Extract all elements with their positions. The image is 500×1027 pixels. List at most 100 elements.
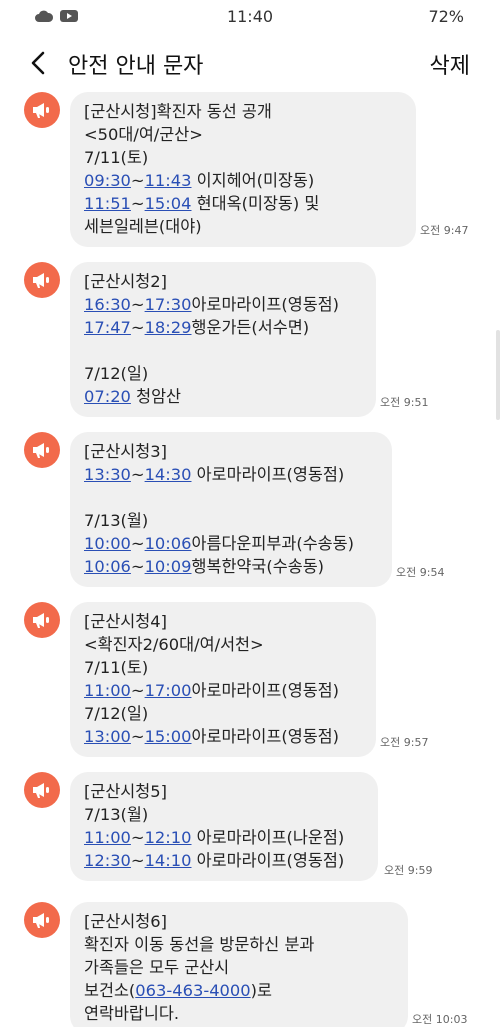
megaphone-icon	[33, 783, 49, 798]
message-line: [군산시청2]	[84, 270, 364, 293]
megaphone-icon	[33, 443, 49, 458]
message-text: [군산시청3]	[84, 442, 167, 461]
time-link[interactable]: 07:20	[84, 387, 131, 406]
message-time: 오전 9:59	[384, 864, 433, 877]
message-line: 07:20 청암산	[84, 385, 364, 408]
message-text: 연락바랍니다.	[84, 1004, 180, 1023]
message-text: ~	[130, 828, 145, 847]
message-text: 가족들은 모두 군산시	[84, 958, 230, 977]
message-line: [군산시청4]	[84, 610, 364, 633]
time-link[interactable]: 11:00	[84, 681, 131, 700]
message-line	[84, 486, 380, 509]
alert-avatar	[24, 902, 60, 938]
message-line: 7/13(월)	[84, 803, 366, 826]
message-bubble[interactable]: [군산시청2] 16:30~17:30아로마라이프(영동점) 17:47~18:29…	[70, 262, 376, 417]
time-link[interactable]: 17:47	[84, 318, 131, 337]
back-button[interactable]	[24, 48, 54, 78]
message-text: 아로마라이프(영동점)	[191, 727, 340, 746]
message-line: 13:00~15:00아로마라이프(영동점)	[84, 725, 364, 748]
megaphone-icon	[33, 613, 49, 628]
message-text: 아로마라이프(영동점)	[191, 295, 340, 314]
delete-button[interactable]: 삭제	[430, 48, 470, 80]
message-text: ~	[130, 727, 145, 746]
message-text: 이지헤어(미장동)	[191, 171, 315, 190]
message-line: [군산시청]확진자 동선 공개	[84, 100, 404, 123]
message-line: 11:00~12:10 아로마라이프(나운점)	[84, 826, 366, 849]
message-line: 확진자 이동 동선을 방문하신 분과	[84, 933, 396, 956]
message-line: 가족들은 모두 군산시	[84, 956, 396, 979]
time-link[interactable]: 14:30	[145, 465, 192, 484]
message-text: ~	[130, 534, 145, 553]
message-line: 7/11(토)	[84, 656, 364, 679]
message-text: [군산시청]확진자 동선 공개	[84, 102, 272, 121]
message-line: [군산시청6]	[84, 910, 396, 933]
time-link[interactable]: 09:30	[84, 171, 131, 190]
message-bubble[interactable]: [군산시청5] 7/13(월) 11:00~12:10 아로마라이프(나운점) 12:…	[70, 772, 378, 881]
message-text: 행운가든(서수면)	[191, 318, 310, 337]
megaphone-icon	[33, 273, 49, 288]
time-link[interactable]: 13:30	[84, 465, 131, 484]
chevron-left-icon	[31, 51, 45, 75]
message-line: 세븐일레븐(대야)	[84, 215, 404, 238]
app-header: 안전 안내 문자 삭제	[0, 34, 500, 94]
time-link[interactable]: 10:06	[84, 557, 131, 576]
message-text: ~	[130, 194, 145, 213]
message-line: 11:00~17:00아로마라이프(영동점)	[84, 679, 364, 702]
time-link[interactable]: 15:00	[145, 727, 192, 746]
message-line: 11:51~15:04 현대옥(미장동) 및	[84, 192, 404, 215]
time-link[interactable]: 18:29	[145, 318, 192, 337]
message-text: ~	[130, 295, 145, 314]
message-text: 7/12(일)	[84, 364, 149, 383]
time-link[interactable]: 14:10	[145, 851, 192, 870]
time-link[interactable]: 12:30	[84, 851, 131, 870]
time-link[interactable]: 12:10	[145, 828, 192, 847]
message-text: 7/11(토)	[84, 658, 149, 677]
message-text: [군산시청5]	[84, 782, 167, 801]
message-line: 16:30~17:30아로마라이프(영동점)	[84, 293, 364, 316]
message-time: 오전 9:57	[380, 736, 429, 749]
message-text: <확진자2/60대/여/서천>	[84, 635, 264, 654]
message-line: 10:00~10:06아름다운피부과(수송동)	[84, 532, 380, 555]
megaphone-icon	[33, 913, 49, 928]
time-link[interactable]: 16:30	[84, 295, 131, 314]
time-link[interactable]: 11:00	[84, 828, 131, 847]
message-text: [군산시청2]	[84, 272, 167, 291]
message-line: 09:30~11:43 이지헤어(미장동)	[84, 169, 404, 192]
phone-link[interactable]: 063-463-4000	[135, 981, 250, 1000]
time-link[interactable]: 10:06	[145, 534, 192, 553]
message-text: ~	[130, 318, 145, 337]
message-text: 현대옥(미장동) 및	[191, 194, 320, 213]
alert-avatar	[24, 432, 60, 468]
message-text: 7/13(월)	[84, 805, 149, 824]
time-link[interactable]: 10:09	[145, 557, 192, 576]
message-text: 7/11(토)	[84, 148, 149, 167]
message-line: 17:47~18:29행운가든(서수면)	[84, 316, 364, 339]
message-line: 7/13(월)	[84, 509, 380, 532]
message-line: <50대/여/군산>	[84, 123, 404, 146]
message-bubble[interactable]: [군산시청6] 확진자 이동 동선을 방문하신 분과가족들은 모두 군산시보건소(…	[70, 902, 408, 1027]
time-link[interactable]: 13:00	[84, 727, 131, 746]
message-text: [군산시청4]	[84, 612, 167, 631]
message-line: 7/12(일)	[84, 362, 364, 385]
message-text: 7/13(월)	[84, 511, 149, 530]
message-bubble[interactable]: [군산시청3] 13:30~14:30 아로마라이프(영동점) 7/13(월) 10:…	[70, 432, 392, 587]
message-text: [군산시청6]	[84, 912, 167, 931]
message-text: 행복한약국(수송동)	[191, 557, 325, 576]
time-link[interactable]: 17:00	[145, 681, 192, 700]
time-link[interactable]: 11:43	[145, 171, 192, 190]
message-line: 보건소(063-463-4000)로	[84, 979, 396, 1002]
time-link[interactable]: 15:04	[145, 194, 192, 213]
message-text: )로	[250, 981, 272, 1000]
message-bubble[interactable]: [군산시청4] <확진자2/60대/여/서천> 7/11(토) 11:00~17:00…	[70, 602, 376, 757]
time-link[interactable]: 10:00	[84, 534, 131, 553]
time-link[interactable]: 17:30	[145, 295, 192, 314]
message-bubble[interactable]: [군산시청]확진자 동선 공개 <50대/여/군산> 7/11(토) 09:30~11…	[70, 92, 416, 247]
megaphone-icon	[33, 103, 49, 118]
message-text: 아로마라이프(영동점)	[191, 851, 345, 870]
message-line: 7/11(토)	[84, 146, 404, 169]
message-text: ~	[130, 851, 145, 870]
time-link[interactable]: 11:51	[84, 194, 131, 213]
scrollbar[interactable]	[496, 330, 500, 420]
message-line: [군산시청5]	[84, 780, 366, 803]
page-title: 안전 안내 문자	[68, 54, 204, 79]
